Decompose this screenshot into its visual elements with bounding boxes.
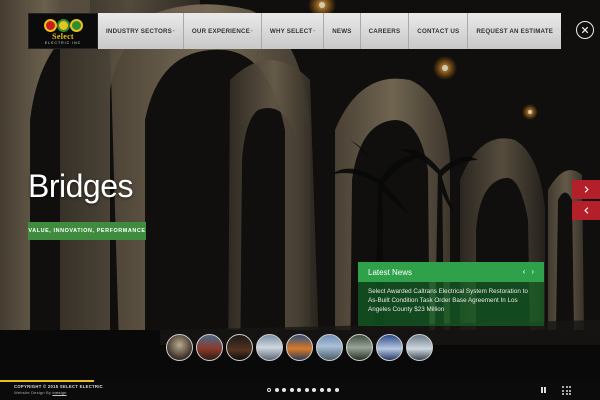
nav-item-label: CAREERS — [368, 27, 401, 35]
nav-item-contact-us[interactable]: CONTACT US — [409, 13, 469, 49]
dropdown-caret-icon: - — [173, 28, 175, 34]
pagination-dot[interactable] — [267, 388, 271, 392]
tagline-button[interactable]: VALUE, INNOVATION, PERFORMANCE — [28, 222, 146, 240]
grid-view-button[interactable] — [562, 386, 571, 395]
chevron-right-icon — [584, 186, 589, 193]
pagination-dot[interactable] — [312, 388, 316, 392]
thumbnail-4[interactable] — [256, 334, 283, 361]
close-button[interactable] — [576, 21, 594, 39]
nav-item-careers[interactable]: CAREERS — [361, 13, 410, 49]
pause-button[interactable] — [541, 387, 546, 393]
logo-rings-icon — [43, 19, 83, 32]
nav-item-request-an-estimate[interactable]: REQUEST AN ESTIMATE — [468, 13, 561, 49]
nav-item-why-select[interactable]: WHY SELECT - — [262, 13, 325, 49]
nav-item-label: CONTACT US — [417, 27, 460, 35]
credit-prefix: Website Design By — [14, 390, 52, 395]
side-slider-arrows — [572, 180, 600, 220]
thumbnail-5[interactable] — [286, 334, 313, 361]
nav-item-label: OUR EXPERIENCE — [191, 27, 251, 35]
nav-item-label: WHY SELECT — [269, 27, 313, 35]
nav-item-news[interactable]: NEWS — [324, 13, 361, 49]
news-prev-button[interactable]: ‹ — [523, 268, 526, 276]
nav-item-industry-sectors[interactable]: INDUSTRY SECTORS - — [98, 13, 184, 49]
thumbnail-8[interactable] — [376, 334, 403, 361]
dropdown-caret-icon: - — [313, 28, 316, 34]
pagination-dot[interactable] — [319, 388, 324, 392]
pagination-dot[interactable] — [327, 388, 331, 392]
logo-subtitle: ELECTRIC INC — [44, 41, 82, 45]
nav-item-label: REQUEST AN ESTIMATE — [476, 27, 554, 35]
thumbnail-7[interactable] — [346, 334, 373, 361]
chevron-left-icon — [583, 207, 588, 214]
dropdown-caret-icon: - — [251, 28, 253, 34]
thumbnail-2[interactable] — [196, 334, 223, 361]
news-title: Latest News — [368, 267, 413, 277]
copyright-text: COPYRIGHT © 2015 SELECT ELECTRIC — [14, 384, 104, 389]
close-icon — [581, 26, 589, 34]
design-credit: Website Design By inesign — [14, 390, 67, 395]
news-body: Select Awarded Caltrans Electrical Syste… — [358, 282, 544, 326]
logo-name: Select — [52, 32, 74, 41]
slide-pagination — [267, 388, 339, 392]
nav-item-label: INDUSTRY SECTORS — [106, 27, 173, 35]
news-headline-link[interactable]: Select Awarded Caltrans Electrical Syste… — [368, 287, 534, 314]
thumbnail-9[interactable] — [406, 334, 433, 361]
news-header: Latest News ‹ › — [358, 262, 544, 282]
next-slide-button[interactable] — [572, 180, 600, 199]
thumbnail-1[interactable] — [166, 334, 193, 361]
prev-slide-button[interactable] — [572, 201, 600, 220]
pagination-dot[interactable] — [274, 388, 279, 392]
pagination-dot[interactable] — [282, 388, 286, 392]
pagination-dot[interactable] — [289, 388, 294, 392]
nav-item-our-experience[interactable]: OUR EXPERIENCE - — [184, 13, 262, 49]
main-nav: INDUSTRY SECTORS - OUR EXPERIENCE - WHY SELE… — [98, 13, 562, 49]
designer-link[interactable]: inesign — [52, 390, 66, 395]
footer-accent-line — [0, 380, 94, 382]
pause-icon — [541, 387, 543, 393]
thumbnail-3[interactable] — [226, 334, 253, 361]
latest-news-panel: Latest News ‹ › Select Awarded Caltrans … — [358, 262, 544, 326]
slide-thumbnails — [166, 334, 433, 361]
pagination-dot[interactable] — [304, 388, 309, 392]
news-next-button[interactable]: › — [531, 268, 534, 276]
nav-item-label: NEWS — [332, 27, 352, 35]
select-electric-logo[interactable]: Select ELECTRIC INC — [28, 13, 98, 49]
pagination-dot[interactable] — [334, 388, 339, 392]
pagination-dot[interactable] — [297, 388, 301, 392]
thumbnail-6[interactable] — [316, 334, 343, 361]
hero-headline: Bridges — [28, 168, 134, 204]
